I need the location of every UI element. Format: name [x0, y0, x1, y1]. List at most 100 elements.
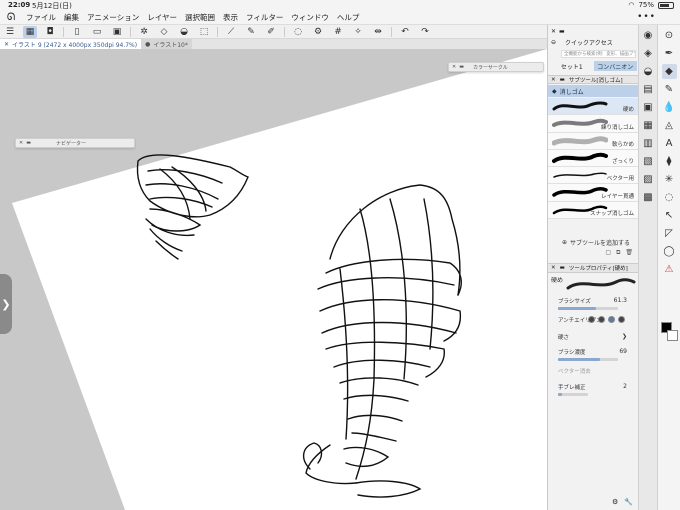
blend-tool-icon[interactable]: 💧: [662, 100, 677, 115]
tab-illustration-10[interactable]: ● イラスト10*: [141, 39, 192, 49]
menu-filter[interactable]: フィルター: [242, 12, 287, 23]
subtool-item-hard[interactable]: 硬め: [548, 98, 639, 116]
settings-gear-icon[interactable]: ⚙: [612, 498, 618, 506]
settings-gear-icon[interactable]: ✲: [137, 26, 151, 38]
ruler-icon[interactable]: ⟋: [224, 26, 238, 38]
close-icon[interactable]: ✕: [19, 140, 23, 146]
minimize-icon[interactable]: ▬: [459, 64, 464, 70]
hamburger-menu-icon[interactable]: ☰: [3, 26, 17, 38]
menu-layer[interactable]: レイヤー: [143, 12, 181, 23]
quick-access-search-input[interactable]: 全機能から検索(例：変形、描画ブラシ…): [561, 50, 636, 58]
move-layer-icon[interactable]: ↖: [662, 208, 677, 223]
menu-help[interactable]: ヘルプ: [333, 12, 364, 23]
wrench-icon[interactable]: 🔧: [624, 498, 633, 506]
subtool-item-snap[interactable]: スナップ消しゴム: [548, 201, 639, 219]
minimize-icon[interactable]: ▬: [559, 28, 565, 35]
subtool-item-rough[interactable]: ざっくり: [548, 149, 639, 167]
app-logo-icon[interactable]: ᘏ: [0, 12, 22, 23]
auto-select-icon[interactable]: ✳: [662, 172, 677, 187]
fill-bucket-icon[interactable]: ◒: [177, 26, 191, 38]
canvas-paper[interactable]: [12, 49, 547, 510]
antialias-weak-option[interactable]: [598, 316, 605, 323]
subtool-item-vector[interactable]: ベクター用: [548, 167, 639, 185]
antialias-none-option[interactable]: [588, 316, 595, 323]
new-subtool-icon[interactable]: ▢: [605, 249, 611, 258]
minimize-icon[interactable]: ▬: [560, 265, 565, 271]
set-tab-companion[interactable]: コンバニオン: [593, 61, 637, 71]
companion-icon[interactable]: ◘: [43, 26, 57, 38]
close-icon[interactable]: ✕: [551, 265, 556, 271]
undo-icon[interactable]: ↶: [398, 26, 412, 38]
balloon-tool-icon[interactable]: ⚠: [662, 262, 677, 277]
flip-icon[interactable]: ⇹: [371, 26, 385, 38]
delete-icon[interactable]: 🗑: [625, 249, 633, 258]
copy-subtool-icon[interactable]: ⧉: [616, 249, 620, 258]
layer-icon[interactable]: ▤: [641, 82, 656, 97]
close-icon[interactable]: ✕: [452, 64, 456, 70]
subtool-icon[interactable]: ◈: [641, 46, 656, 61]
transform-icon[interactable]: ⬚: [197, 26, 211, 38]
quick-access-icon[interactable]: ◉: [641, 28, 656, 43]
history-icon[interactable]: ▧: [641, 154, 656, 169]
brush-size-value[interactable]: 61.3: [614, 297, 627, 304]
canvas-area[interactable]: ❯ ✕ ▬ ナビゲーター ✕ ▬ カラーサークル: [0, 49, 547, 510]
antialias-medium-option[interactable]: [608, 316, 615, 323]
subtool-item-kneaded[interactable]: 練り消しゴム: [548, 115, 639, 133]
select-icon[interactable]: ✧: [351, 26, 365, 38]
color-set-icon[interactable]: ▥: [641, 136, 656, 151]
antialias-strong-option[interactable]: [618, 316, 625, 323]
tab-illustration-9[interactable]: ✕ イラスト 9 (2472 x 4000px 350dpi 94.7%): [0, 39, 142, 49]
menu-selection[interactable]: 選択範囲: [181, 12, 219, 23]
menu-file[interactable]: ファイル: [22, 12, 60, 23]
brush-tool-icon[interactable]: ✎: [662, 82, 677, 97]
menu-window[interactable]: ウィンドウ: [287, 12, 333, 23]
lasso-select-icon[interactable]: ◌: [662, 190, 677, 205]
navigator-icon[interactable]: ▦: [641, 118, 656, 133]
grid-icon[interactable]: #: [331, 26, 345, 38]
brush-size-slider[interactable]: [558, 307, 618, 310]
eyedropper-icon[interactable]: ⧫: [662, 154, 677, 169]
stabilization-slider[interactable]: [558, 393, 588, 396]
stabilization-value[interactable]: 2: [623, 383, 627, 390]
zoom-icon[interactable]: ⊙: [662, 28, 677, 43]
chevron-right-icon[interactable]: ❯: [622, 333, 627, 340]
side-panel-handle[interactable]: ❯: [0, 274, 12, 334]
text-tool-icon[interactable]: A: [662, 136, 677, 151]
material-icon[interactable]: ▣: [641, 100, 656, 115]
brush-density-value[interactable]: 69: [619, 348, 627, 355]
pencil-icon[interactable]: ✐: [264, 26, 278, 38]
subtool-item-soft[interactable]: 軟らかめ: [548, 132, 639, 150]
gear-icon[interactable]: ⚙: [311, 26, 325, 38]
new-file-icon[interactable]: ▯: [70, 26, 84, 38]
color-slider-icon[interactable]: ▩: [641, 190, 656, 205]
layer-property-icon[interactable]: ▨: [641, 172, 656, 187]
figure-tool-icon[interactable]: ◯: [662, 244, 677, 259]
ruler-tool-icon[interactable]: ◸: [662, 226, 677, 241]
open-folder-icon[interactable]: ▭: [90, 26, 104, 38]
subtool-tab-eraser[interactable]: ◆ 消しゴム: [548, 85, 639, 97]
eraser-icon[interactable]: ◇: [157, 26, 171, 38]
menu-animation[interactable]: アニメーション: [83, 12, 143, 23]
menu-view[interactable]: 表示: [219, 12, 242, 23]
close-icon[interactable]: ✕: [4, 41, 9, 48]
minimize-icon[interactable]: ▬: [560, 77, 565, 83]
more-options-icon[interactable]: •••: [637, 12, 656, 22]
close-icon[interactable]: ✕: [551, 28, 556, 35]
fill-tool-icon[interactable]: ◬: [662, 118, 677, 133]
pen-tool-icon[interactable]: ✒: [662, 46, 677, 61]
lasso-icon[interactable]: ◌: [291, 26, 305, 38]
subtool-item-layer-through[interactable]: レイヤー貫通: [548, 184, 639, 202]
navigator-panel[interactable]: ✕ ▬ ナビゲーター: [15, 138, 135, 148]
search-icon[interactable]: ⊖: [551, 39, 556, 46]
redo-icon[interactable]: ↷: [418, 26, 432, 38]
add-subtool-button[interactable]: ⊕ サブツールを追加する: [548, 237, 639, 247]
brush-density-slider[interactable]: [558, 358, 618, 361]
sub-color-swatch[interactable]: [667, 330, 678, 341]
eraser-tool-icon[interactable]: ◆: [661, 64, 677, 79]
set-label[interactable]: セット1: [550, 61, 594, 71]
save-icon[interactable]: ▣: [110, 26, 124, 38]
menu-edit[interactable]: 編集: [60, 12, 83, 23]
layout-toggle-icon[interactable]: ▦: [23, 25, 37, 38]
minimize-icon[interactable]: ▬: [26, 140, 31, 146]
close-icon[interactable]: ✕: [551, 77, 556, 83]
